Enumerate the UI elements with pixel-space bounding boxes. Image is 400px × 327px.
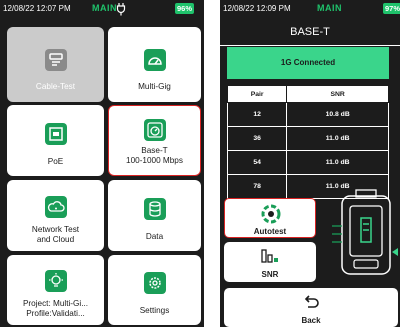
status-bar: 12/08/22 12:07 PM MAIN 96%: [0, 0, 204, 19]
status-mode: MAIN: [317, 3, 342, 13]
table-row: 36 11.0 dB: [226, 126, 389, 151]
multi-gig-label: Multi-Gig: [138, 82, 171, 91]
bar-graph-icon: [261, 249, 278, 263]
data-tile[interactable]: Data: [108, 180, 201, 251]
snr-table: Pair SNR 12 10.8 dB 36 11.0 dB 54 11.0 d…: [226, 85, 389, 199]
table-row: 12 10.8 dB: [226, 102, 389, 127]
network-test-label: Network Test: [31, 225, 80, 234]
table-header-row: Pair SNR: [226, 85, 389, 103]
snr-cell: 11.0 dB: [286, 150, 389, 175]
lightbulb-icon: [44, 270, 67, 292]
status-mode: MAIN: [92, 3, 117, 13]
battery-indicator: 96%: [175, 3, 195, 14]
multi-gig-tile[interactable]: Multi-Gig: [108, 27, 201, 102]
table-row: 54 11.0 dB: [226, 150, 389, 175]
link-status-banner: 1G Connected: [227, 47, 389, 79]
network-test-tile[interactable]: Network Test and Cloud: [7, 180, 104, 251]
pair-cell: 12: [226, 102, 288, 127]
settings-tile[interactable]: Settings: [108, 255, 201, 325]
back-arrow-icon: [304, 295, 319, 308]
database-icon: [143, 198, 166, 220]
snr-label: SNR: [261, 270, 279, 279]
poe-tile[interactable]: PoE: [7, 105, 104, 176]
back-button[interactable]: Back: [224, 288, 398, 327]
battery-indicator: 97%: [383, 3, 400, 14]
status-time: 12/08/22 12:07 PM: [3, 4, 71, 13]
cable-test-label: Cable-Test: [35, 82, 76, 91]
speedometer-icon: [143, 49, 166, 71]
snr-button[interactable]: SNR: [224, 242, 316, 282]
cable-test-tile[interactable]: Cable-Test: [7, 27, 104, 102]
base-t-speed-label: 100-1000 Mbps: [126, 156, 183, 165]
data-label: Data: [145, 232, 164, 241]
settings-label: Settings: [139, 306, 170, 315]
autotest-label: Autotest: [253, 227, 287, 236]
page-title: BASE-T: [220, 19, 400, 46]
network-cloud-label: and Cloud: [36, 235, 75, 244]
project-label: Project: Multi-Gi...: [22, 299, 89, 308]
snr-cell: 10.8 dB: [286, 102, 389, 127]
power-plug-icon: [116, 3, 126, 16]
status-bar: 12/08/22 12:09 PM MAIN 97%: [220, 0, 400, 19]
pair-cell: 36: [226, 126, 288, 151]
tester-device-icon: [332, 189, 398, 275]
base-t-tile[interactable]: Base-T 100-1000 Mbps: [108, 105, 201, 176]
cable-icon: [44, 49, 67, 71]
pair-cell: 54: [226, 150, 288, 175]
status-time: 12/08/22 12:09 PM: [223, 4, 291, 13]
snr-column-header: SNR: [286, 85, 389, 103]
snr-cell: 11.0 dB: [286, 126, 389, 151]
pair-column-header: Pair: [226, 85, 288, 103]
project-profile-tile[interactable]: Project: Multi-Gi... Profile:Validati...: [7, 255, 104, 325]
back-label: Back: [301, 316, 321, 325]
main-menu-screen: 12/08/22 12:07 PM MAIN 96% Cable-Test Mu…: [0, 0, 204, 327]
gear-icon: [143, 272, 166, 294]
base-t-screen: 12/08/22 12:09 PM MAIN 97% BASE-T 1G Con…: [220, 0, 400, 327]
cloud-wifi-icon: [44, 196, 67, 218]
poe-label: PoE: [47, 157, 64, 166]
pair-cell: 78: [226, 174, 288, 199]
autotest-button[interactable]: Autotest: [224, 198, 316, 238]
base-t-label: Base-T: [141, 146, 168, 155]
autotest-icon: [261, 204, 281, 224]
profile-label: Profile:Validati...: [26, 309, 85, 318]
gauge-icon: [143, 119, 166, 141]
poe-port-icon: [44, 123, 67, 145]
